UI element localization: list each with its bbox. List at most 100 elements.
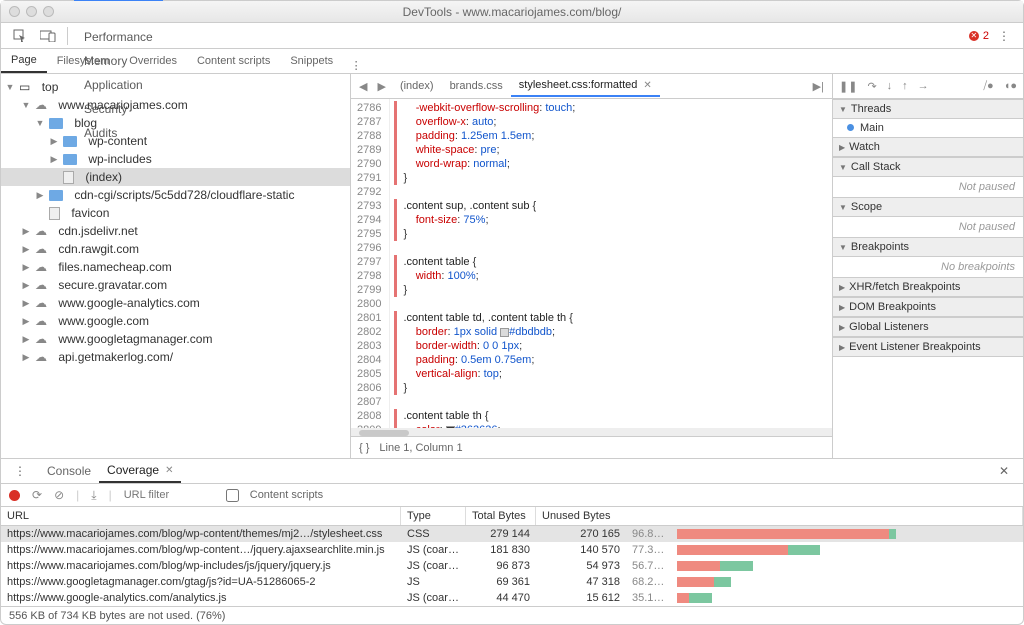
cloud-icon: ☁	[35, 296, 47, 310]
watch-header[interactable]: ▶Watch	[833, 137, 1023, 157]
debugger-pane: ❚❚ ↷ ↓ ↑ → ⧸● ◖● ▼Threads Main ▶Watch ▼C…	[833, 74, 1023, 458]
editor-pane: ◀ ▶ (index)brands.cssstylesheet.css:form…	[351, 74, 833, 458]
code-editor[interactable]: 2786278727882789279027912792279327942795…	[351, 99, 832, 428]
coverage-row[interactable]: https://www.macariojames.com/blog/wp-con…	[1, 542, 1023, 558]
close-tab-icon[interactable]: ✕	[643, 80, 651, 91]
drawer-tab-coverage[interactable]: Coverage ✕	[99, 459, 181, 483]
content-scripts-checkbox[interactable]: Content scripts	[226, 489, 323, 502]
tree-item[interactable]: ▶ wp-content	[1, 132, 350, 150]
error-count-badge[interactable]: ✕2	[969, 30, 989, 42]
tree-host-item[interactable]: ▶☁ cdn.rawgit.com	[1, 240, 350, 258]
tree-host[interactable]: ▼☁ www.macariojames.com	[1, 96, 350, 114]
folder-icon	[63, 136, 77, 147]
cloud-icon: ☁	[35, 278, 47, 292]
pretty-print-icon[interactable]: { }	[359, 442, 369, 454]
cursor-position: Line 1, Column 1	[379, 442, 462, 454]
folder-icon	[49, 190, 63, 201]
editor-tab[interactable]: brands.css	[442, 75, 511, 97]
tree-host-item[interactable]: ▶☁ www.google.com	[1, 312, 350, 330]
tree-top[interactable]: ▼▭ top	[1, 78, 350, 96]
cloud-icon: ☁	[35, 224, 47, 238]
col-url[interactable]: URL	[1, 507, 401, 525]
step-over-icon[interactable]: ↷	[867, 80, 876, 93]
coverage-row[interactable]: https://www.macariojames.com/blog/wp-inc…	[1, 558, 1023, 574]
pause-icon[interactable]: ❚❚	[839, 80, 857, 93]
window-title: DevTools - www.macariojames.com/blog/	[1, 5, 1023, 19]
close-tab-icon[interactable]: ✕	[165, 465, 173, 476]
tree-host-item[interactable]: ▶☁ secure.gravatar.com	[1, 276, 350, 294]
url-filter-input[interactable]	[124, 489, 214, 501]
record-icon[interactable]	[9, 490, 20, 501]
global-listeners-header[interactable]: ▶Global Listeners	[833, 317, 1023, 337]
scope-empty: Not paused	[833, 217, 1023, 237]
drawer-more-icon[interactable]: ⋮	[12, 463, 28, 479]
callstack-empty: Not paused	[833, 177, 1023, 197]
export-icon[interactable]: ⤓	[91, 488, 96, 503]
step-out-icon[interactable]: ↑	[902, 80, 908, 92]
file-icon	[63, 171, 74, 184]
xhr-bp-header[interactable]: ▶XHR/fetch Breakpoints	[833, 277, 1023, 297]
coverage-row[interactable]: https://www.macariojames.com/blog/wp-con…	[1, 526, 1023, 542]
folder-icon	[63, 154, 77, 165]
event-bp-header[interactable]: ▶Event Listener Breakpoints	[833, 337, 1023, 357]
step-icon[interactable]: →	[918, 80, 929, 92]
show-navigator-icon[interactable]: ▶|	[809, 80, 828, 93]
dom-bp-header[interactable]: ▶DOM Breakpoints	[833, 297, 1023, 317]
tree-host-item[interactable]: ▶☁ www.google-analytics.com	[1, 294, 350, 312]
sources-tab-overrides[interactable]: Overrides	[119, 50, 187, 72]
clear-icon[interactable]: ⊘	[54, 488, 64, 502]
coverage-header[interactable]: URL Type Total Bytes Unused Bytes	[1, 507, 1023, 526]
inspect-icon[interactable]	[12, 28, 28, 44]
drawer: ⋮ ConsoleCoverage ✕ ✕ ⟳ ⊘ | ⤓ | Content …	[1, 458, 1023, 625]
drawer-close-icon[interactable]: ✕	[996, 463, 1012, 479]
tree-host-item[interactable]: ▶☁ www.googletagmanager.com	[1, 330, 350, 348]
col-total[interactable]: Total Bytes	[466, 507, 536, 525]
window-frame-icon: ▭	[19, 80, 30, 94]
tree-host-item[interactable]: ▶☁ api.getmakerlog.com/	[1, 348, 350, 366]
deactivate-bp-icon[interactable]: ⧸●	[983, 80, 993, 93]
editor-tab[interactable]: (index)	[392, 75, 442, 97]
device-toolbar-icon[interactable]	[40, 28, 56, 44]
nav-back-icon[interactable]: ◀	[355, 80, 371, 93]
file-icon	[49, 207, 60, 220]
error-count: 2	[983, 30, 989, 42]
more-icon[interactable]: ⋮	[996, 28, 1012, 44]
coverage-row[interactable]: https://www.googletagmanager.com/gtag/js…	[1, 574, 1023, 590]
tree-item[interactable]: ▶ cdn-cgi/scripts/5c5dd728/cloudflare-st…	[1, 186, 350, 204]
col-unused[interactable]: Unused Bytes	[536, 507, 1023, 525]
reload-icon[interactable]: ⟳	[32, 488, 42, 502]
line-gutter: 2786278727882789279027912792279327942795…	[351, 99, 390, 428]
sources-tab-content-scripts[interactable]: Content scripts	[187, 50, 280, 72]
coverage-row[interactable]: https://www.google-analytics.com/analyti…	[1, 590, 1023, 606]
more-subtabs-icon[interactable]: ⋮	[348, 57, 364, 73]
breakpoints-header[interactable]: ▼Breakpoints	[833, 237, 1023, 257]
cloud-icon: ☁	[35, 314, 47, 328]
editor-h-scrollbar[interactable]	[351, 428, 832, 436]
editor-tab[interactable]: stylesheet.css:formatted✕	[511, 75, 660, 97]
tree-item[interactable]: (index)	[1, 168, 350, 186]
sources-tab-snippets[interactable]: Snippets	[280, 50, 343, 72]
code-body[interactable]: -webkit-overflow-scrolling: touch; overf…	[390, 99, 634, 428]
tree-host-item[interactable]: ▶☁ cdn.jsdelivr.net	[1, 222, 350, 240]
nav-fwd-icon[interactable]: ▶	[373, 80, 389, 93]
tree-item[interactable]: favicon	[1, 204, 350, 222]
coverage-toolbar: ⟳ ⊘ | ⤓ | Content scripts	[1, 484, 1023, 507]
step-into-icon[interactable]: ↓	[887, 80, 893, 92]
callstack-header[interactable]: ▼Call Stack	[833, 157, 1023, 177]
tree-host-item[interactable]: ▶☁ files.namecheap.com	[1, 258, 350, 276]
threads-header[interactable]: ▼Threads	[833, 99, 1023, 119]
file-tree[interactable]: ▼▭ top ▼☁ www.macariojames.com ▼ blog▶ w…	[1, 74, 351, 458]
drawer-tab-console[interactable]: Console	[39, 459, 99, 483]
scope-header[interactable]: ▼Scope	[833, 197, 1023, 217]
cloud-icon: ☁	[35, 332, 47, 346]
panel-tab-performance[interactable]: Performance	[74, 25, 163, 49]
pause-exceptions-icon[interactable]: ◖●	[1004, 80, 1017, 92]
editor-tabs: ◀ ▶ (index)brands.cssstylesheet.css:form…	[351, 74, 832, 99]
tree-item[interactable]: ▼ blog	[1, 114, 350, 132]
tree-item[interactable]: ▶ wp-includes	[1, 150, 350, 168]
sources-subtabs: PageFilesystemOverridesContent scriptsSn…	[1, 49, 1023, 74]
sources-tab-filesystem[interactable]: Filesystem	[47, 50, 120, 72]
sources-tab-page[interactable]: Page	[1, 49, 47, 73]
thread-main[interactable]: Main	[833, 119, 1023, 137]
col-type[interactable]: Type	[401, 507, 466, 525]
